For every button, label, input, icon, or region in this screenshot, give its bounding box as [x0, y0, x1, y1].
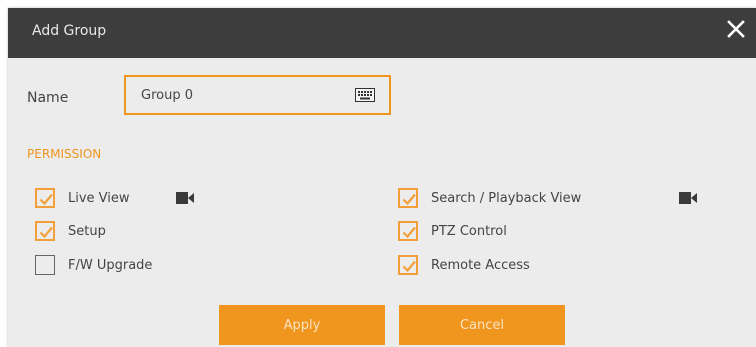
- setup-checkbox[interactable]: [35, 221, 55, 241]
- cancel-button[interactable]: Cancel: [399, 305, 565, 345]
- live-view-checkbox[interactable]: [35, 188, 55, 208]
- permission-label: PTZ Control: [431, 223, 507, 239]
- permission-live-view[interactable]: Live View: [35, 186, 130, 210]
- ptz-control-checkbox[interactable]: [398, 221, 418, 241]
- checkmark-icon: [39, 226, 53, 239]
- name-input[interactable]: [141, 77, 341, 113]
- keyboard-icon[interactable]: [355, 88, 375, 102]
- permission-fw-upgrade[interactable]: F/W Upgrade: [35, 253, 152, 277]
- fw-upgrade-checkbox[interactable]: [35, 255, 55, 275]
- checkmark-icon: [402, 226, 416, 239]
- camera-icon: [176, 192, 194, 204]
- permission-ptz-control[interactable]: PTZ Control: [398, 219, 507, 243]
- close-icon[interactable]: [724, 17, 748, 41]
- permission-section-title: PERMISSION: [27, 147, 102, 161]
- apply-button[interactable]: Apply: [219, 305, 385, 345]
- permission-label: Setup: [68, 223, 106, 239]
- permission-label: Search / Playback View: [431, 190, 582, 206]
- permission-remote-access[interactable]: Remote Access: [398, 253, 530, 277]
- checkmark-icon: [402, 193, 416, 206]
- permission-setup[interactable]: Setup: [35, 219, 106, 243]
- checkmark-icon: [402, 260, 416, 273]
- search-playback-checkbox[interactable]: [398, 188, 418, 208]
- permission-label: Remote Access: [431, 257, 530, 273]
- dialog-title: Add Group: [32, 23, 107, 39]
- permission-search-playback-view[interactable]: Search / Playback View: [398, 186, 581, 210]
- permission-label: F/W Upgrade: [68, 257, 153, 273]
- name-label: Name: [27, 90, 69, 106]
- name-field[interactable]: [124, 75, 391, 115]
- remote-access-checkbox[interactable]: [398, 255, 418, 275]
- checkmark-icon: [39, 193, 53, 206]
- permission-label: Live View: [68, 190, 130, 206]
- camera-icon: [679, 192, 697, 204]
- dialog-titlebar: Add Group: [8, 8, 756, 58]
- add-group-dialog: Add Group Name PERMISSION Live View: [8, 8, 756, 347]
